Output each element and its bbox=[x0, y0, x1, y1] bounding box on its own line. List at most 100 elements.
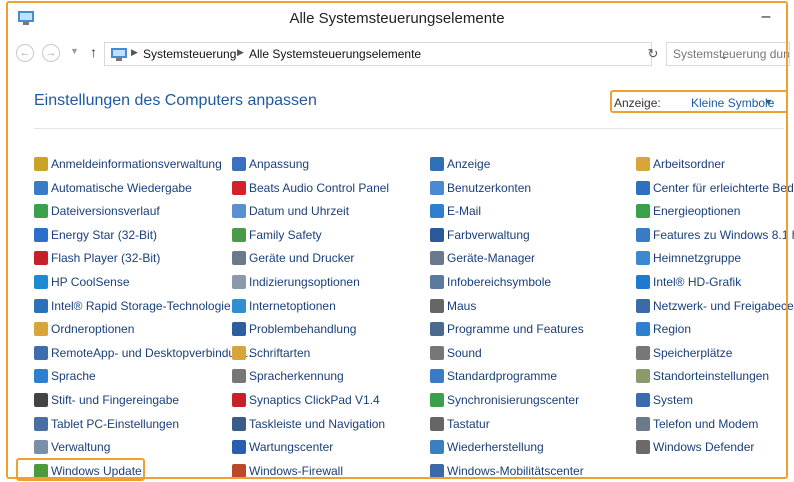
remoteapp-icon bbox=[34, 346, 48, 360]
control-panel-icon bbox=[111, 48, 127, 61]
beats-audio-icon bbox=[232, 181, 246, 195]
recovery-icon bbox=[430, 440, 444, 454]
firewall-icon bbox=[232, 464, 246, 478]
item-label: Energieoptionen bbox=[653, 204, 741, 218]
refresh-icon: ↻ bbox=[647, 46, 659, 61]
item-label: Windows-Firewall bbox=[249, 464, 344, 478]
item-label: Arbeitsordner bbox=[653, 157, 726, 171]
storage-spaces-icon bbox=[636, 346, 650, 360]
item-label: Programme und Features bbox=[447, 322, 584, 336]
speech-recognition-icon bbox=[232, 369, 246, 383]
item-label: Wartungscenter bbox=[249, 440, 334, 454]
work-folders-icon bbox=[636, 157, 650, 171]
item-label: Intel® Rapid Storage-Technologie bbox=[51, 299, 231, 313]
autoplay-icon bbox=[34, 181, 48, 195]
item-label: Synaptics ClickPad V1.4 bbox=[249, 393, 380, 407]
view-selector[interactable]: Kleine Symbole bbox=[691, 96, 774, 110]
power-options-icon bbox=[636, 204, 650, 218]
item-label: Spracherkennung bbox=[249, 369, 344, 383]
address-bar[interactable]: ▶ Systemsteuerung ▶ Alle Systemsteuerung… bbox=[104, 42, 728, 66]
internet-options-icon bbox=[232, 299, 246, 313]
item-label: System bbox=[653, 393, 694, 407]
item-label: Windows-Mobilitätscenter bbox=[447, 464, 584, 478]
item-label: Geräte-Manager bbox=[447, 251, 536, 265]
item-label: HP CoolSense bbox=[51, 275, 130, 289]
item-label: Sprache bbox=[51, 369, 96, 383]
default-programs-icon bbox=[430, 369, 444, 383]
phone-modem-icon bbox=[636, 417, 650, 431]
item-label: Flash Player (32-Bit) bbox=[51, 251, 161, 265]
item-label: Anmeldeinformationsverwaltung bbox=[51, 157, 222, 171]
control-panel-window: Alle Systemsteuerungselemente – ← → ▼ ↑ … bbox=[0, 0, 794, 482]
breadcrumb-systemsteuerung[interactable]: Systemsteuerung bbox=[143, 47, 236, 61]
credential-manager-icon bbox=[34, 157, 48, 171]
item-label: Schriftarten bbox=[249, 346, 311, 360]
item-label: Dateiversionsverlauf bbox=[51, 204, 160, 218]
refresh-button[interactable]: ↻ bbox=[642, 42, 664, 66]
item-label: Family Safety bbox=[249, 228, 322, 242]
item-label: Center für erleichterte Bedienung bbox=[653, 181, 794, 195]
item-label: Netzwerk- und Freigabecenter bbox=[653, 299, 794, 313]
breadcrumb-separator-icon: ▶ bbox=[131, 47, 138, 57]
item-label: Telefon und Modem bbox=[653, 417, 759, 431]
item-label: Internetoptionen bbox=[249, 299, 336, 313]
hp-coolsense-icon bbox=[34, 275, 48, 289]
item-label: Intel® HD-Grafik bbox=[653, 275, 742, 289]
email-icon bbox=[430, 204, 444, 218]
network-sharing-icon bbox=[636, 299, 650, 313]
page-title: Einstellungen des Computers anpassen bbox=[34, 92, 317, 109]
personalization-icon bbox=[232, 157, 246, 171]
item-label: Speicherplätze bbox=[653, 346, 733, 360]
item-label: Features zu Windows 8.1 hinzufügen bbox=[653, 228, 794, 242]
item-label: Automatische Wiedergabe bbox=[51, 181, 192, 195]
up-button[interactable]: ↑ bbox=[90, 44, 97, 60]
item-label: E-Mail bbox=[447, 204, 482, 218]
energy-star-icon bbox=[34, 228, 48, 242]
keyboard-icon bbox=[430, 417, 444, 431]
item-label: Anzeige bbox=[447, 157, 491, 171]
tablet-settings-icon bbox=[34, 417, 48, 431]
mouse-icon bbox=[430, 299, 444, 313]
divider bbox=[34, 128, 784, 129]
item-label: Standardprogramme bbox=[447, 369, 558, 383]
minimize-button[interactable]: – bbox=[756, 8, 776, 28]
navigation-bar: ← → ▼ ↑ ▶ Systemsteuerung ▶ Alle Systems… bbox=[8, 38, 790, 72]
item-label: Tastatur bbox=[447, 417, 490, 431]
windows-defender-icon bbox=[636, 440, 650, 454]
item-label: Wiederherstellung bbox=[447, 440, 544, 454]
window-title: Alle Systemsteuerungselemente bbox=[289, 10, 505, 27]
programs-features-icon bbox=[430, 322, 444, 336]
item-label: Ordneroptionen bbox=[51, 322, 135, 336]
back-button[interactable]: ← bbox=[16, 44, 34, 62]
intel-graphics-icon bbox=[636, 275, 650, 289]
device-manager-icon bbox=[430, 251, 444, 265]
system-icon bbox=[636, 393, 650, 407]
add-features-icon bbox=[636, 228, 650, 242]
view-dropdown-icon[interactable]: ▼ bbox=[764, 97, 773, 107]
item-label: Datum und Uhrzeit bbox=[249, 204, 350, 218]
item-label: Maus bbox=[447, 299, 477, 313]
item-label: Synchronisierungscenter bbox=[447, 393, 580, 407]
pen-touch-icon bbox=[34, 393, 48, 407]
item-label: Standorteinstellungen bbox=[653, 369, 770, 383]
notification-icons-icon bbox=[430, 275, 444, 289]
item-label: Heimnetzgruppe bbox=[653, 251, 742, 265]
forward-button[interactable]: → bbox=[42, 44, 60, 62]
indexing-options-icon bbox=[232, 275, 246, 289]
taskbar-icon bbox=[232, 417, 246, 431]
breadcrumb-current[interactable]: Alle Systemsteuerungselemente bbox=[249, 47, 421, 61]
item-label: RemoteApp- und Desktopverbindun... bbox=[51, 346, 252, 360]
item-label: Farbverwaltung bbox=[447, 228, 530, 242]
item-label: Region bbox=[653, 322, 692, 336]
ease-of-access-icon bbox=[636, 181, 650, 195]
date-time-icon bbox=[232, 204, 246, 218]
troubleshooting-icon bbox=[232, 322, 246, 336]
recent-locations-chevron-icon[interactable]: ▼ bbox=[70, 46, 79, 56]
homegroup-icon bbox=[636, 251, 650, 265]
sync-center-icon bbox=[430, 393, 444, 407]
search-input[interactable]: Systemsteuerung durchsuchen bbox=[666, 42, 790, 66]
title-bar: Alle Systemsteuerungselemente – bbox=[8, 3, 786, 35]
item-label: Windows Defender bbox=[653, 440, 755, 454]
flash-player-icon bbox=[34, 251, 48, 265]
location-settings-icon bbox=[636, 369, 650, 383]
